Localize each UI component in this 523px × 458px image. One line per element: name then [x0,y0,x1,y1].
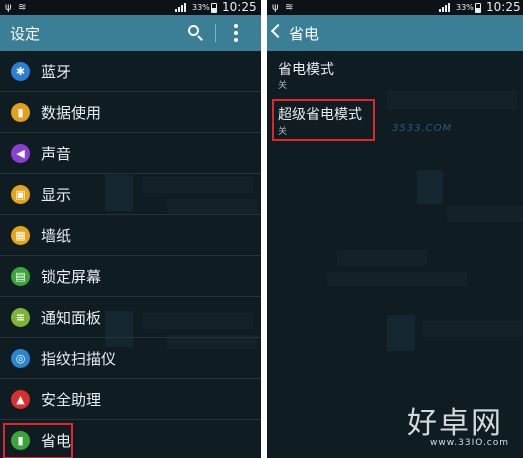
search-icon[interactable] [188,25,204,41]
display-icon: ▣ [11,185,30,204]
appbar-divider [215,24,216,42]
settings-item-safety-assistance[interactable]: ▲ 安全助理 [0,379,261,420]
wallpaper-icon: ▦ [11,226,30,245]
settings-item-lock-screen[interactable]: ▤ 锁定屏幕 [0,256,261,297]
settings-item-label: 安全助理 [41,391,102,409]
site-logo: 好卓网 [407,406,503,441]
page-title: 省电 [289,25,320,43]
settings-item-bluetooth[interactable]: ✱ 蓝牙 [0,51,261,92]
signal-icon [439,3,452,12]
lock-screen-icon: ▤ [11,267,30,286]
fingerprint-icon: ◎ [11,349,30,368]
usb-icon: ψ [272,2,279,13]
entry-title: 省电模式 [278,62,334,78]
entry-status: 关 [278,81,288,91]
highlight-box [3,423,73,458]
wifi-icon: ≋ [285,2,294,13]
wifi-icon: ≋ [18,2,27,13]
settings-item-notification-panel[interactable]: ≡ 通知面板 [0,297,261,338]
settings-item-data-usage[interactable]: ▮ 数据使用 [0,92,261,133]
battery-status-icon [475,3,481,13]
usb-icon: ψ [5,2,12,13]
settings-item-label: 蓝牙 [41,63,72,81]
settings-item-label: 锁定屏幕 [41,268,102,286]
clock: 10:25 [486,0,521,14]
battery-status-icon [211,3,217,13]
page-title: 设定 [10,25,41,43]
settings-item-label: 显示 [41,186,72,204]
signal-icon [175,3,188,12]
power-saving-mode-item[interactable]: 省电模式 关 [267,51,523,96]
site-url: www.33IO.com [430,438,510,448]
settings-item-label: 数据使用 [41,104,102,122]
safety-assistance-icon: ▲ [11,390,30,409]
clock: 10:25 [222,0,257,14]
battery-percent: 33% [456,3,474,12]
data-usage-icon: ▮ [11,103,30,122]
more-options-icon[interactable] [232,24,240,42]
watermark [387,315,523,375]
power-saving-screen: ψ ≋ 33% 10:25 省电 省电模式 关 超级省电模式 关 3533.CO… [267,0,523,458]
watermark [417,170,523,230]
sound-icon: ◀ [11,144,30,163]
status-bar: ψ ≋ 33% 10:25 [267,0,523,15]
notification-panel-icon: ≡ [11,308,30,327]
settings-item-label: 墙纸 [41,227,72,245]
settings-screen: ψ ≋ 33% 10:25 设定 ✱ 蓝牙 ▮ 数据使用 ◀ 声音 ▣ 显示 ▦… [0,0,261,458]
settings-item-display[interactable]: ▣ 显示 [0,174,261,215]
highlight-box [272,99,375,141]
settings-item-label: 通知面板 [41,309,102,327]
bluetooth-icon: ✱ [11,62,30,81]
status-bar: ψ ≋ 33% 10:25 [0,0,261,15]
battery-percent: 33% [192,3,210,12]
watermark [327,250,523,290]
settings-item-label: 指纹扫描仪 [41,350,117,368]
settings-item-wallpaper[interactable]: ▦ 墙纸 [0,215,261,256]
settings-item-fingerprint[interactable]: ◎ 指纹扫描仪 [0,338,261,379]
settings-app-bar: 设定 [0,15,261,51]
power-saving-app-bar: 省电 [267,15,523,51]
settings-item-label: 声音 [41,145,72,163]
watermark-text: 3533.COM [392,123,453,134]
back-icon[interactable] [270,23,286,39]
settings-item-sound[interactable]: ◀ 声音 [0,133,261,174]
